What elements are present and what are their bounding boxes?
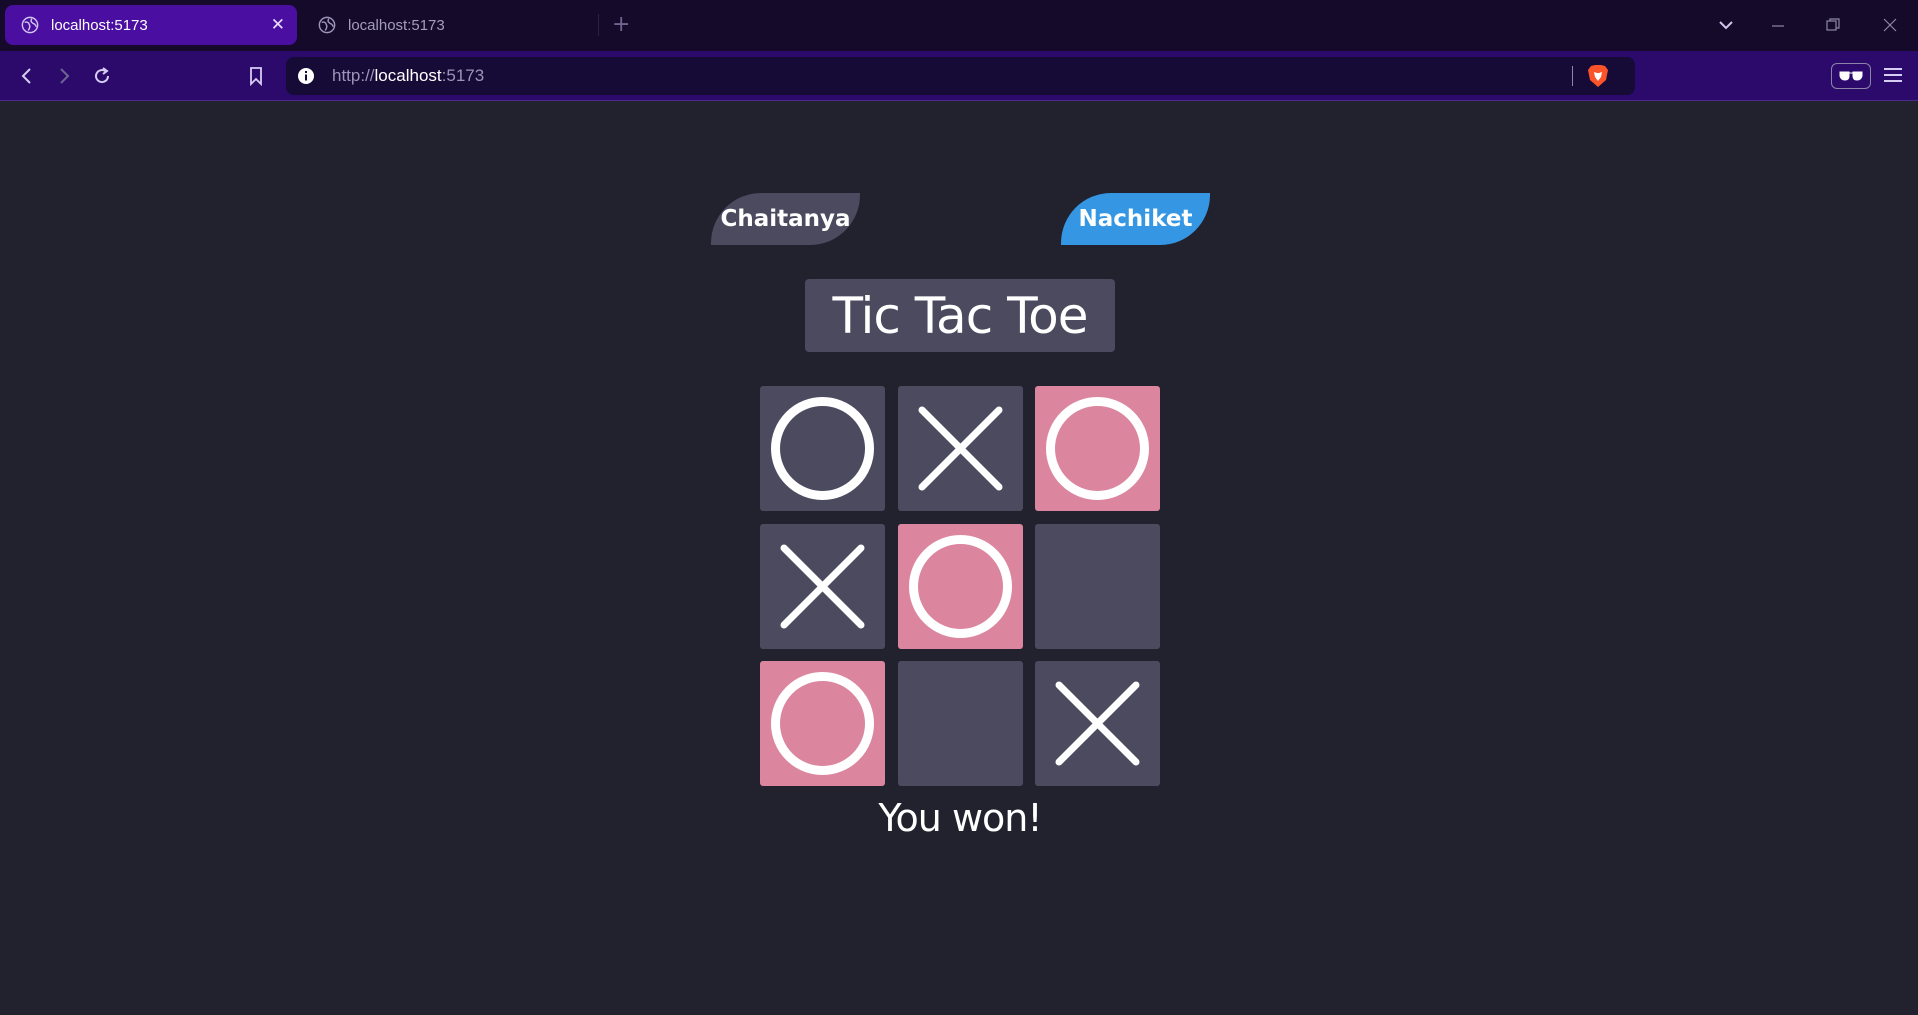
tab-list-chevron-icon[interactable] [1718,17,1734,33]
bookmark-icon [250,67,262,86]
brave-shield-icon[interactable] [1587,64,1609,88]
reload-button[interactable] [89,63,115,89]
tab-inactive[interactable]: localhost:5173 [302,5,598,45]
tab-title: localhost:5173 [348,16,445,34]
board-cell[interactable] [897,523,1023,649]
o-mark-icon [771,672,874,775]
close-tab-icon[interactable]: ✕ [271,15,285,35]
site-info-icon[interactable] [296,66,316,86]
board-cell[interactable] [1035,386,1160,511]
globe-icon [21,16,39,34]
tab-title: localhost:5173 [51,16,148,34]
tab-active[interactable]: localhost:5173 ✕ [5,5,297,45]
new-tab-icon[interactable]: + [612,12,630,37]
player-right-badge: Nachiket [1061,193,1210,245]
board-cell[interactable] [760,523,885,649]
browser-toolbar: http://localhost:5173 [0,51,1918,101]
close-window-icon[interactable] [1882,17,1898,33]
board-cell[interactable] [760,386,885,511]
game-board [760,386,1160,786]
board-cell[interactable] [897,386,1023,511]
restore-icon[interactable] [1825,17,1841,33]
url-scheme: http:// [332,66,375,85]
globe-icon [318,16,336,34]
board-cell[interactable] [897,661,1023,786]
menu-icon[interactable] [1882,64,1904,86]
back-arrow-icon [21,68,31,84]
forward-button[interactable] [51,63,77,89]
board-cell[interactable] [760,661,885,786]
x-mark-icon [918,406,1002,491]
game-status: You won! [878,796,1042,840]
address-bar[interactable]: http://localhost:5173 [286,57,1635,95]
reload-icon [95,67,110,84]
url-text: http://localhost:5173 [332,66,484,86]
minimize-icon[interactable] [1770,18,1786,34]
board-cell[interactable] [1035,661,1160,786]
o-mark-icon [1046,397,1149,500]
back-button[interactable] [14,63,40,89]
o-mark-icon [771,397,874,500]
player-left-badge: Chaitanya [711,193,860,245]
tab-divider [598,14,599,36]
game-title: Tic Tac Toe [805,279,1115,352]
url-divider [1572,66,1573,86]
x-mark-icon [780,544,865,628]
forward-arrow-icon [60,68,70,84]
bookmark-button[interactable] [243,63,269,89]
url-host: localhost [374,66,442,85]
url-port: :5173 [441,66,485,85]
tab-strip: localhost:5173 ✕ localhost:5173 + [0,0,1918,51]
glasses-icon [1839,71,1863,81]
reader-mode-button[interactable] [1831,63,1871,89]
board-cell[interactable] [1035,523,1160,649]
x-mark-icon [1055,681,1140,766]
o-mark-icon [908,534,1012,638]
